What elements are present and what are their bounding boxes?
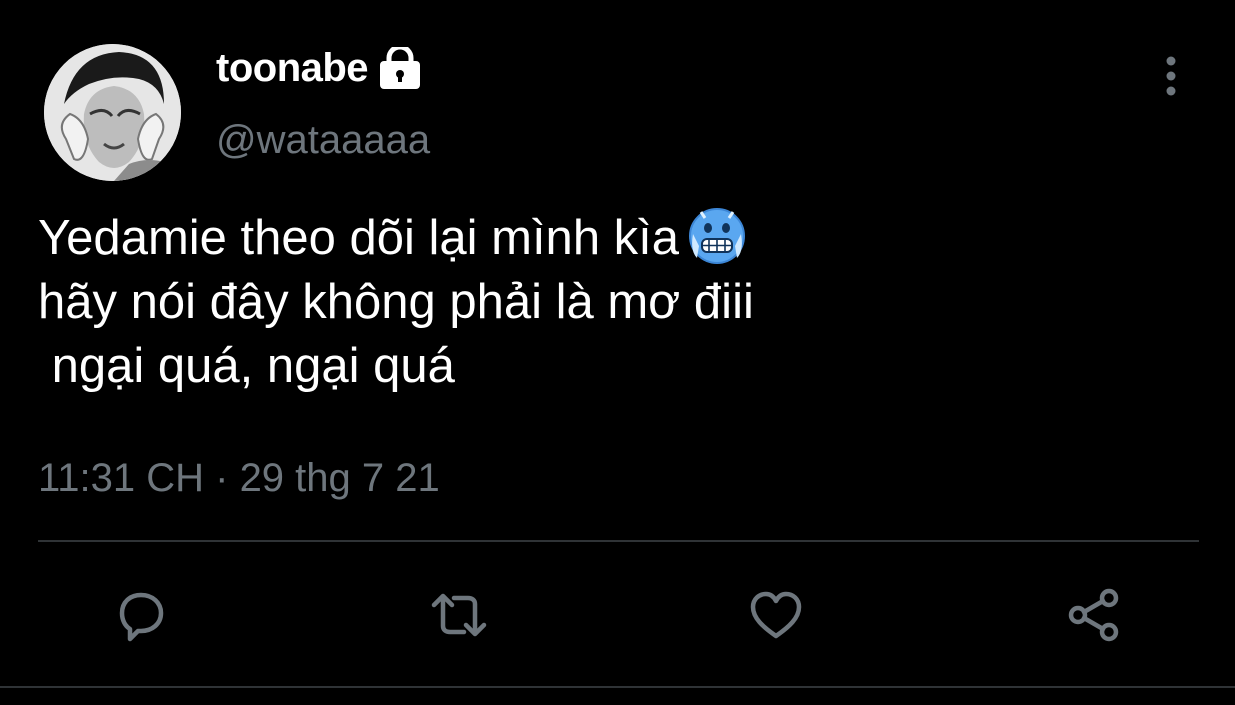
reply-icon bbox=[119, 592, 164, 642]
tweet-text: Yedamie theo dõi lại mình kìa hãy nói đâ… bbox=[38, 206, 754, 398]
retweet-icon bbox=[431, 593, 487, 637]
author-name-row[interactable]: toonabe bbox=[216, 44, 422, 91]
tweet-timestamp[interactable]: 11:31 CH · 29 thg 7 21 bbox=[38, 456, 440, 501]
heart-icon bbox=[750, 591, 802, 639]
tweet-line-1: Yedamie theo dõi lại mình kìa bbox=[38, 206, 754, 270]
reply-button[interactable] bbox=[106, 580, 176, 650]
like-button[interactable] bbox=[741, 580, 811, 650]
share-button[interactable] bbox=[1059, 580, 1129, 650]
author-display-name[interactable]: toonabe bbox=[216, 46, 369, 91]
bottom-divider bbox=[0, 686, 1235, 688]
more-vertical-icon bbox=[1166, 56, 1176, 96]
tweet-line-3: ngại quá, ngại quá bbox=[38, 339, 455, 393]
divider bbox=[38, 540, 1199, 542]
share-icon bbox=[1068, 588, 1119, 642]
retweet-button[interactable] bbox=[424, 580, 494, 650]
avatar-photo bbox=[44, 44, 181, 181]
lock-icon bbox=[378, 44, 422, 91]
tweet-line-2: hãy nói đây không phải là mơ điii bbox=[38, 275, 754, 329]
author-handle[interactable]: @wataaaaa bbox=[216, 118, 430, 163]
cold-face-emoji-icon bbox=[687, 206, 747, 266]
avatar[interactable] bbox=[44, 44, 181, 181]
more-options-button[interactable] bbox=[1150, 52, 1194, 100]
